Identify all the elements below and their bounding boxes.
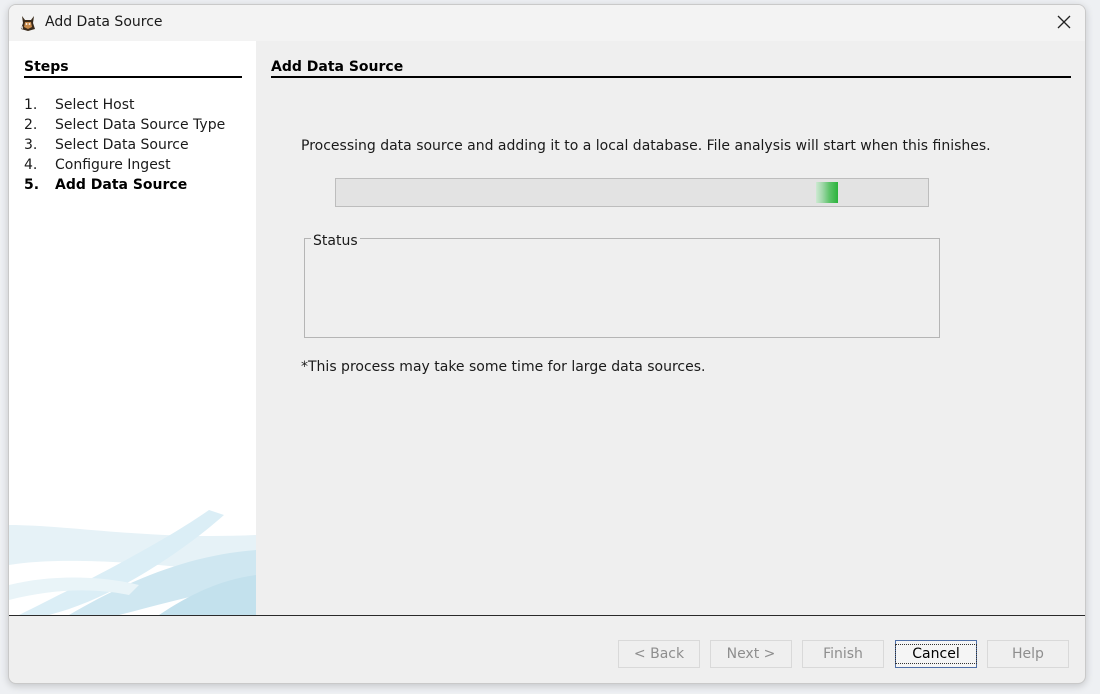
step-item: 1. Select Host (24, 97, 225, 117)
step-label: Configure Ingest (55, 157, 171, 173)
step-label: Add Data Source (55, 177, 188, 193)
step-item: 2. Select Data Source Type (24, 117, 225, 137)
status-label: Status (311, 233, 360, 249)
step-item: 3. Select Data Source (24, 137, 225, 157)
step-number: 3. (24, 137, 38, 153)
step-number: 4. (24, 157, 38, 173)
add-data-source-window: Add Data Source Steps 1. Select Host 2. … (8, 4, 1086, 684)
step-item: 4. Configure Ingest (24, 157, 225, 177)
step-item-current: 5. Add Data Source (24, 177, 225, 197)
back-button-label: < Back (633, 646, 685, 662)
next-button-label: Next > (726, 646, 776, 662)
cancel-button-label: Cancel (895, 644, 977, 664)
cancel-button[interactable]: Cancel (895, 640, 977, 668)
page-title: Add Data Source (271, 59, 1071, 78)
title-bar: Add Data Source (9, 5, 1085, 41)
step-label: Select Data Source (55, 137, 189, 153)
back-button[interactable]: < Back (618, 640, 700, 668)
step-label: Select Host (55, 97, 135, 113)
footer-divider (9, 615, 1085, 616)
next-button[interactable]: Next > (710, 640, 792, 668)
window-title: Add Data Source (45, 14, 163, 30)
help-button[interactable]: Help (987, 640, 1069, 668)
autopsy-dog-icon (19, 14, 37, 32)
steps-heading: Steps (24, 59, 242, 78)
steps-list: 1. Select Host 2. Select Data Source Typ… (24, 97, 225, 197)
step-number: 2. (24, 117, 38, 133)
finish-button-label: Finish (823, 646, 863, 662)
close-button[interactable] (1043, 5, 1085, 41)
step-number: 1. (24, 97, 38, 113)
processing-message: Processing data source and adding it to … (301, 138, 991, 154)
finish-button[interactable]: Finish (802, 640, 884, 668)
process-note: *This process may take some time for lar… (301, 359, 706, 375)
help-button-label: Help (1012, 646, 1044, 662)
decorative-swoosh (9, 510, 256, 615)
progress-indicator (816, 182, 838, 203)
close-icon (1057, 14, 1071, 33)
step-number: 5. (24, 177, 40, 193)
steps-sidebar: Steps 1. Select Host 2. Select Data Sour… (9, 41, 256, 615)
step-label: Select Data Source Type (55, 117, 226, 133)
progress-bar (335, 178, 929, 207)
status-group: Status (304, 233, 940, 338)
